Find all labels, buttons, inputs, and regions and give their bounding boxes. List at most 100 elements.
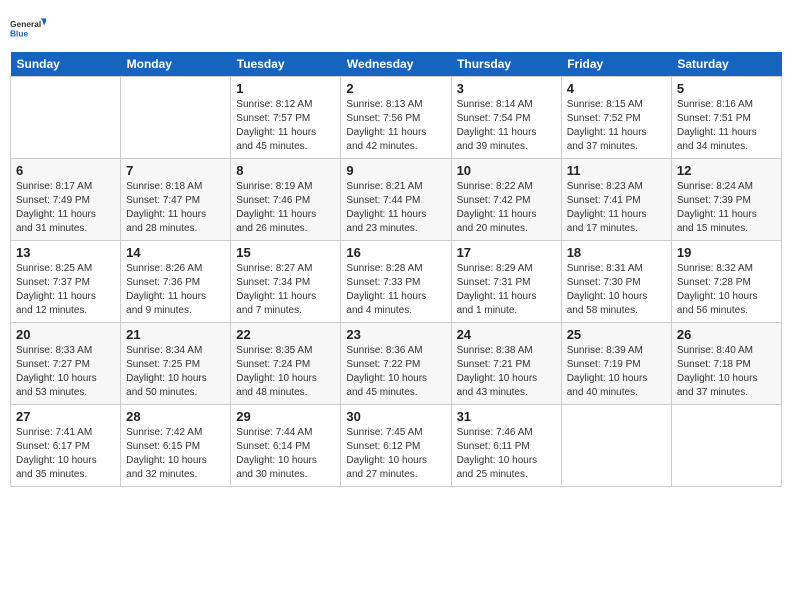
- svg-text:Blue: Blue: [10, 28, 29, 38]
- calendar-week-3: 13 Sunrise: 8:25 AMSunset: 7:37 PMDaylig…: [11, 241, 782, 323]
- day-number: 9: [346, 163, 445, 178]
- day-number: 16: [346, 245, 445, 260]
- calendar-cell: 26 Sunrise: 8:40 AMSunset: 7:18 PMDaylig…: [671, 323, 781, 405]
- calendar-cell: [671, 405, 781, 487]
- calendar-cell: 27 Sunrise: 7:41 AMSunset: 6:17 PMDaylig…: [11, 405, 121, 487]
- calendar-cell: 4 Sunrise: 8:15 AMSunset: 7:52 PMDayligh…: [561, 77, 671, 159]
- cell-info: Sunrise: 8:13 AMSunset: 7:56 PMDaylight:…: [346, 99, 426, 152]
- calendar-cell: 28 Sunrise: 7:42 AMSunset: 6:15 PMDaylig…: [121, 405, 231, 487]
- calendar-cell: 25 Sunrise: 8:39 AMSunset: 7:19 PMDaylig…: [561, 323, 671, 405]
- day-number: 12: [677, 163, 776, 178]
- day-number: 3: [457, 81, 556, 96]
- calendar-cell: 9 Sunrise: 8:21 AMSunset: 7:44 PMDayligh…: [341, 159, 451, 241]
- day-number: 25: [567, 327, 666, 342]
- calendar-cell: 31 Sunrise: 7:46 AMSunset: 6:11 PMDaylig…: [451, 405, 561, 487]
- day-header-friday: Friday: [561, 52, 671, 77]
- day-number: 22: [236, 327, 335, 342]
- day-header-wednesday: Wednesday: [341, 52, 451, 77]
- day-number: 18: [567, 245, 666, 260]
- day-number: 15: [236, 245, 335, 260]
- logo: General Blue: [10, 10, 46, 46]
- cell-info: Sunrise: 8:40 AMSunset: 7:18 PMDaylight:…: [677, 345, 758, 398]
- day-number: 19: [677, 245, 776, 260]
- calendar-cell: 13 Sunrise: 8:25 AMSunset: 7:37 PMDaylig…: [11, 241, 121, 323]
- logo-svg: General Blue: [10, 10, 46, 46]
- day-number: 27: [16, 409, 115, 424]
- cell-info: Sunrise: 7:45 AMSunset: 6:12 PMDaylight:…: [346, 427, 427, 480]
- day-header-tuesday: Tuesday: [231, 52, 341, 77]
- cell-info: Sunrise: 8:18 AMSunset: 7:47 PMDaylight:…: [126, 181, 206, 234]
- day-number: 30: [346, 409, 445, 424]
- cell-info: Sunrise: 7:44 AMSunset: 6:14 PMDaylight:…: [236, 427, 317, 480]
- calendar-week-4: 20 Sunrise: 8:33 AMSunset: 7:27 PMDaylig…: [11, 323, 782, 405]
- calendar-cell: 19 Sunrise: 8:32 AMSunset: 7:28 PMDaylig…: [671, 241, 781, 323]
- cell-info: Sunrise: 8:12 AMSunset: 7:57 PMDaylight:…: [236, 99, 316, 152]
- cell-info: Sunrise: 8:19 AMSunset: 7:46 PMDaylight:…: [236, 181, 316, 234]
- day-header-monday: Monday: [121, 52, 231, 77]
- calendar-cell: 12 Sunrise: 8:24 AMSunset: 7:39 PMDaylig…: [671, 159, 781, 241]
- cell-info: Sunrise: 8:26 AMSunset: 7:36 PMDaylight:…: [126, 263, 206, 316]
- calendar-cell: 17 Sunrise: 8:29 AMSunset: 7:31 PMDaylig…: [451, 241, 561, 323]
- calendar-table: SundayMondayTuesdayWednesdayThursdayFrid…: [10, 52, 782, 487]
- cell-info: Sunrise: 8:28 AMSunset: 7:33 PMDaylight:…: [346, 263, 426, 316]
- calendar-cell: 23 Sunrise: 8:36 AMSunset: 7:22 PMDaylig…: [341, 323, 451, 405]
- calendar-cell: 2 Sunrise: 8:13 AMSunset: 7:56 PMDayligh…: [341, 77, 451, 159]
- day-number: 17: [457, 245, 556, 260]
- cell-info: Sunrise: 7:42 AMSunset: 6:15 PMDaylight:…: [126, 427, 207, 480]
- calendar-cell: 5 Sunrise: 8:16 AMSunset: 7:51 PMDayligh…: [671, 77, 781, 159]
- calendar-week-5: 27 Sunrise: 7:41 AMSunset: 6:17 PMDaylig…: [11, 405, 782, 487]
- day-header-sunday: Sunday: [11, 52, 121, 77]
- day-number: 10: [457, 163, 556, 178]
- cell-info: Sunrise: 8:25 AMSunset: 7:37 PMDaylight:…: [16, 263, 96, 316]
- cell-info: Sunrise: 8:39 AMSunset: 7:19 PMDaylight:…: [567, 345, 648, 398]
- day-number: 20: [16, 327, 115, 342]
- cell-info: Sunrise: 8:29 AMSunset: 7:31 PMDaylight:…: [457, 263, 537, 316]
- cell-info: Sunrise: 7:41 AMSunset: 6:17 PMDaylight:…: [16, 427, 97, 480]
- calendar-cell: 10 Sunrise: 8:22 AMSunset: 7:42 PMDaylig…: [451, 159, 561, 241]
- day-number: 13: [16, 245, 115, 260]
- cell-info: Sunrise: 8:36 AMSunset: 7:22 PMDaylight:…: [346, 345, 427, 398]
- day-number: 14: [126, 245, 225, 260]
- cell-info: Sunrise: 8:34 AMSunset: 7:25 PMDaylight:…: [126, 345, 207, 398]
- day-number: 26: [677, 327, 776, 342]
- cell-info: Sunrise: 8:14 AMSunset: 7:54 PMDaylight:…: [457, 99, 537, 152]
- calendar-cell: 18 Sunrise: 8:31 AMSunset: 7:30 PMDaylig…: [561, 241, 671, 323]
- day-number: 5: [677, 81, 776, 96]
- cell-info: Sunrise: 8:35 AMSunset: 7:24 PMDaylight:…: [236, 345, 317, 398]
- cell-info: Sunrise: 8:31 AMSunset: 7:30 PMDaylight:…: [567, 263, 648, 316]
- day-number: 1: [236, 81, 335, 96]
- day-number: 11: [567, 163, 666, 178]
- cell-info: Sunrise: 8:27 AMSunset: 7:34 PMDaylight:…: [236, 263, 316, 316]
- day-header-thursday: Thursday: [451, 52, 561, 77]
- day-number: 29: [236, 409, 335, 424]
- cell-info: Sunrise: 8:22 AMSunset: 7:42 PMDaylight:…: [457, 181, 537, 234]
- calendar-cell: 3 Sunrise: 8:14 AMSunset: 7:54 PMDayligh…: [451, 77, 561, 159]
- calendar-cell: 1 Sunrise: 8:12 AMSunset: 7:57 PMDayligh…: [231, 77, 341, 159]
- cell-info: Sunrise: 8:24 AMSunset: 7:39 PMDaylight:…: [677, 181, 757, 234]
- page-header: General Blue: [10, 10, 782, 46]
- cell-info: Sunrise: 8:38 AMSunset: 7:21 PMDaylight:…: [457, 345, 538, 398]
- day-number: 8: [236, 163, 335, 178]
- calendar-cell: 24 Sunrise: 8:38 AMSunset: 7:21 PMDaylig…: [451, 323, 561, 405]
- cell-info: Sunrise: 8:15 AMSunset: 7:52 PMDaylight:…: [567, 99, 647, 152]
- calendar-cell: 30 Sunrise: 7:45 AMSunset: 6:12 PMDaylig…: [341, 405, 451, 487]
- calendar-cell: 20 Sunrise: 8:33 AMSunset: 7:27 PMDaylig…: [11, 323, 121, 405]
- day-header-saturday: Saturday: [671, 52, 781, 77]
- calendar-cell: [11, 77, 121, 159]
- day-header-row: SundayMondayTuesdayWednesdayThursdayFrid…: [11, 52, 782, 77]
- calendar-cell: [561, 405, 671, 487]
- svg-text:General: General: [10, 19, 41, 29]
- calendar-cell: 21 Sunrise: 8:34 AMSunset: 7:25 PMDaylig…: [121, 323, 231, 405]
- day-number: 24: [457, 327, 556, 342]
- calendar-cell: 16 Sunrise: 8:28 AMSunset: 7:33 PMDaylig…: [341, 241, 451, 323]
- day-number: 21: [126, 327, 225, 342]
- calendar-cell: 7 Sunrise: 8:18 AMSunset: 7:47 PMDayligh…: [121, 159, 231, 241]
- day-number: 23: [346, 327, 445, 342]
- calendar-cell: 29 Sunrise: 7:44 AMSunset: 6:14 PMDaylig…: [231, 405, 341, 487]
- day-number: 4: [567, 81, 666, 96]
- cell-info: Sunrise: 8:23 AMSunset: 7:41 PMDaylight:…: [567, 181, 647, 234]
- cell-info: Sunrise: 7:46 AMSunset: 6:11 PMDaylight:…: [457, 427, 538, 480]
- cell-info: Sunrise: 8:32 AMSunset: 7:28 PMDaylight:…: [677, 263, 758, 316]
- calendar-cell: 22 Sunrise: 8:35 AMSunset: 7:24 PMDaylig…: [231, 323, 341, 405]
- calendar-cell: 6 Sunrise: 8:17 AMSunset: 7:49 PMDayligh…: [11, 159, 121, 241]
